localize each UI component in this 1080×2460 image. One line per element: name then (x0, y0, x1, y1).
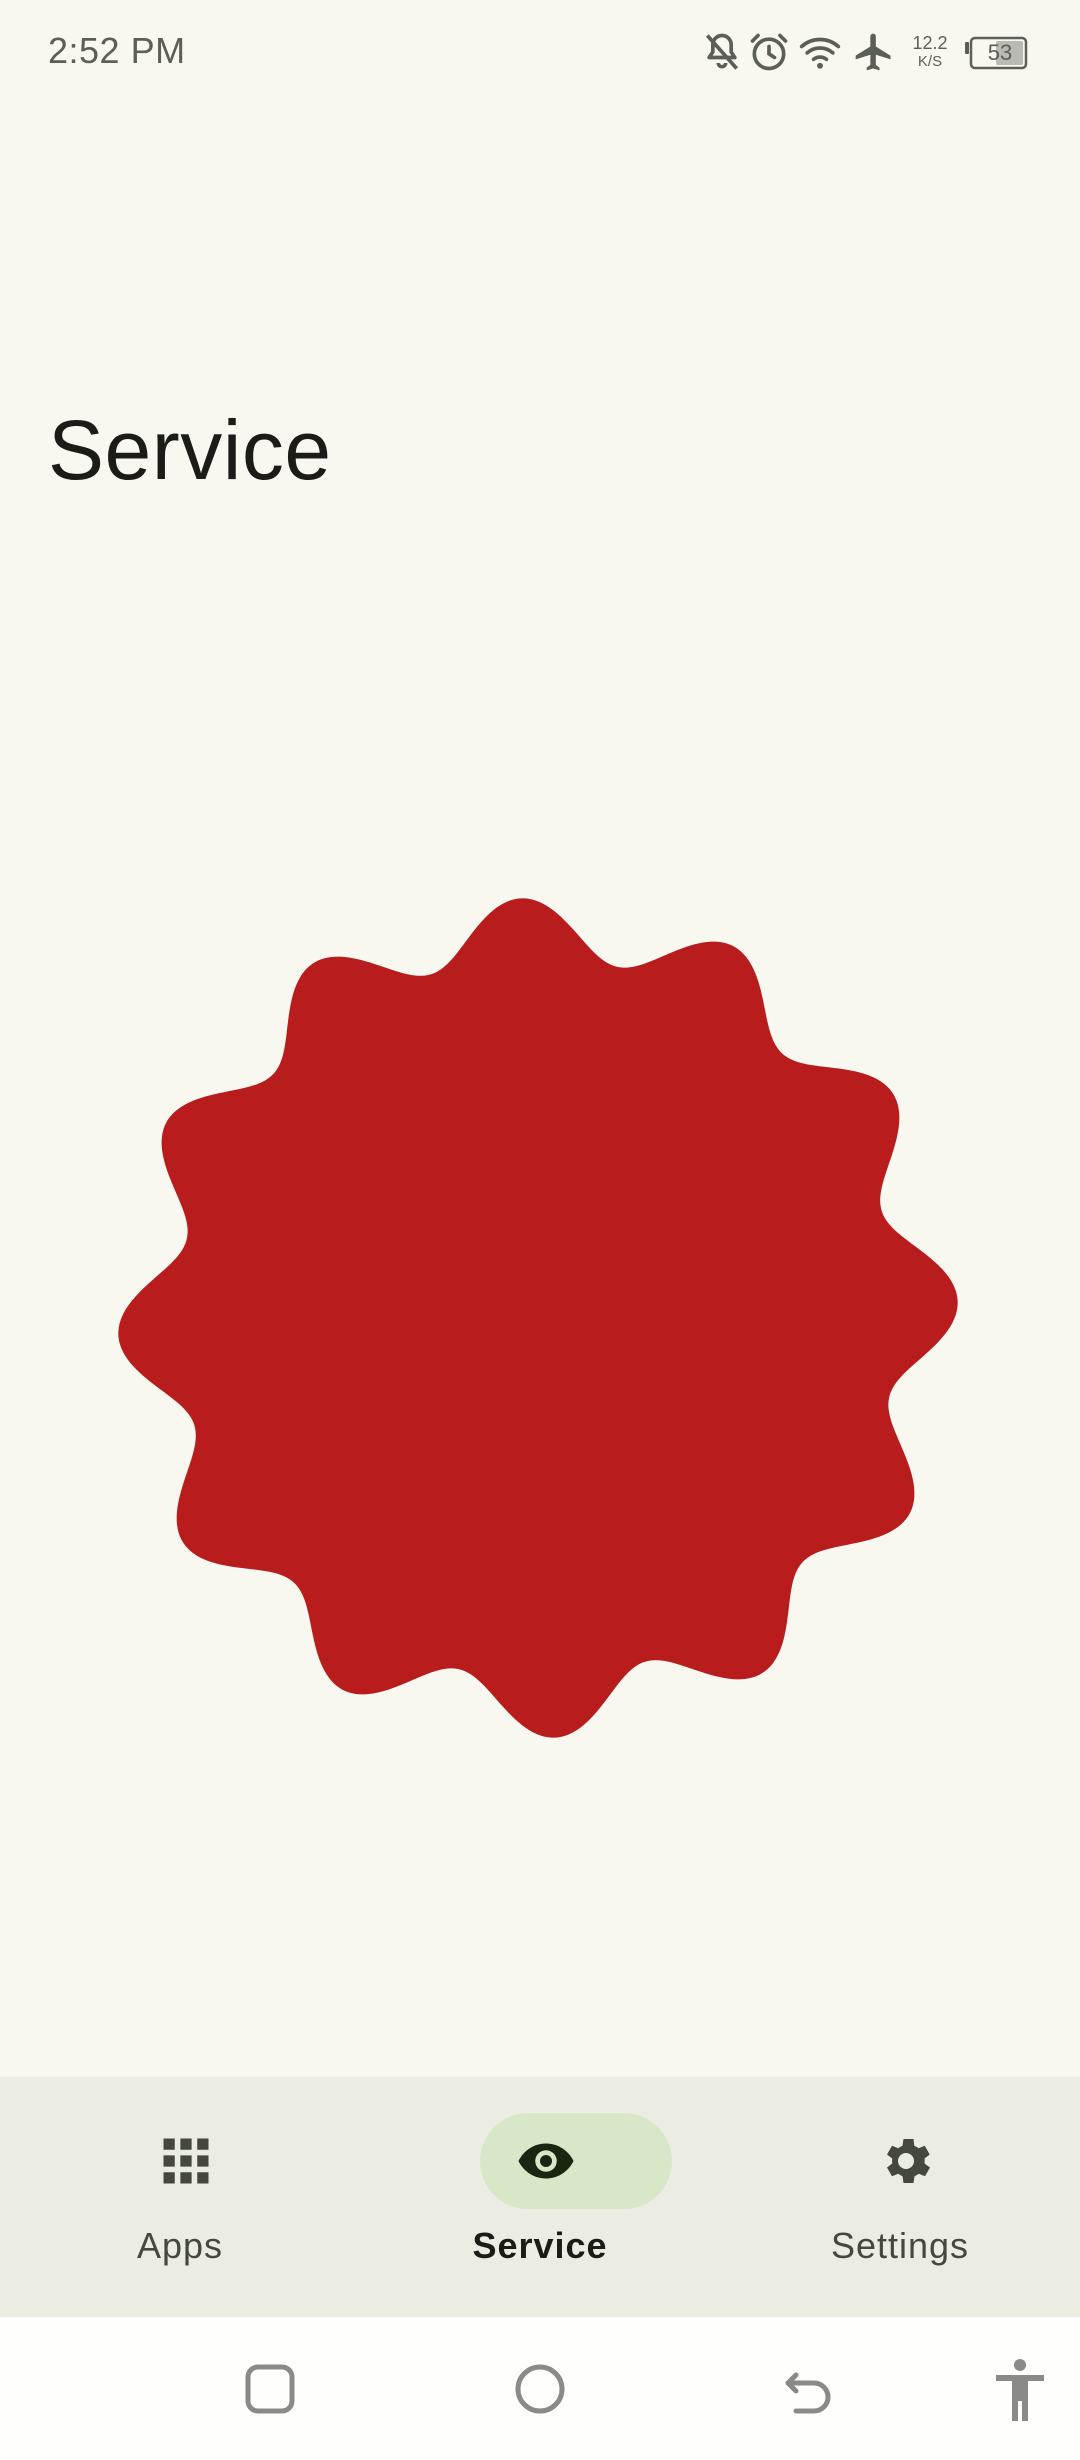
active-indicator-pill (480, 2113, 672, 2209)
eye-icon (518, 2143, 574, 2179)
bottom-navigation-bar: Apps Service Settings (0, 2077, 1080, 2317)
nav-label-service: Service (472, 2225, 608, 2266)
wavy-badge-shape (118, 898, 958, 1738)
wifi-icon (799, 37, 841, 69)
status-time: 2:52 PM (48, 30, 186, 71)
page-title: Service (48, 403, 332, 497)
recents-button[interactable] (234, 2353, 306, 2425)
airplane-mode-icon (855, 33, 891, 71)
nav-item-service[interactable]: Service (360, 2077, 720, 2317)
notifications-off-icon (705, 33, 739, 70)
battery-level: 53 (987, 40, 1013, 65)
apps-grid-icon (163, 2138, 209, 2184)
accessibility-button[interactable] (984, 2353, 1056, 2425)
nav-item-apps[interactable]: Apps (0, 2077, 360, 2317)
service-screen: 2:52 PM 12.2 K/S 53 Service Apps Service… (0, 0, 1080, 2460)
network-speed-unit: K/S (917, 53, 943, 70)
nav-label-apps: Apps (136, 2225, 224, 2266)
service-status-indicator[interactable] (118, 898, 958, 1738)
nav-label-settings: Settings (830, 2225, 970, 2266)
home-button[interactable] (504, 2353, 576, 2425)
network-speed-value: 12.2 (912, 33, 948, 53)
alarm-icon (750, 33, 788, 71)
network-speed: 12.2 K/S (908, 34, 952, 69)
status-bar: 2:52 PM 12.2 K/S 53 (0, 0, 1080, 110)
gear-icon (887, 2139, 930, 2183)
back-button[interactable] (774, 2353, 846, 2425)
nav-item-settings[interactable]: Settings (720, 2077, 1080, 2317)
system-navigation-bar (0, 2317, 1080, 2460)
